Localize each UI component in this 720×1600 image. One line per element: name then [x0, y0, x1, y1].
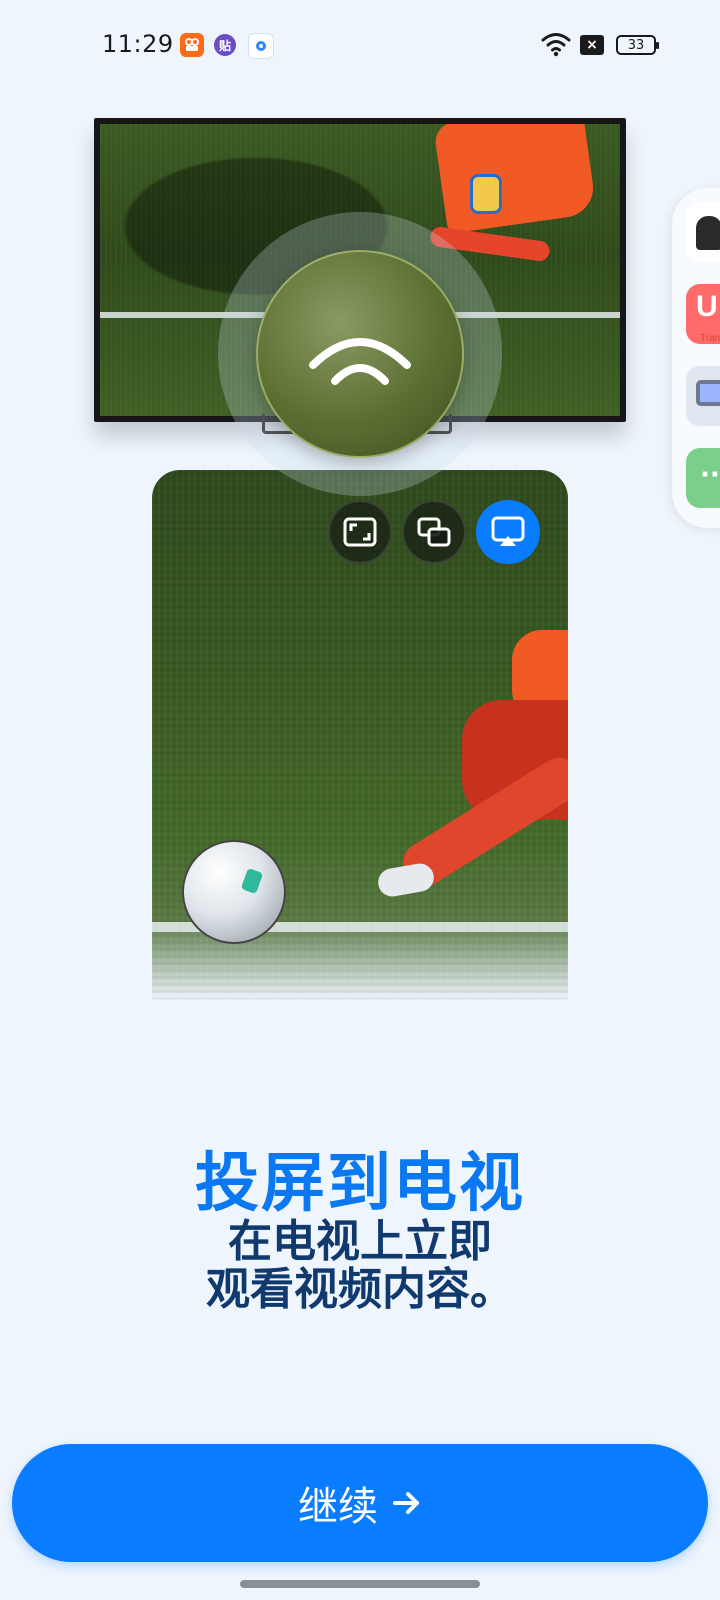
- sticker-app-icon: 贴: [214, 34, 236, 56]
- fullscreen-icon: [328, 500, 392, 564]
- arrow-right-icon: [393, 1492, 419, 1514]
- person-icon: [696, 216, 720, 250]
- status-bar: 11:29 贴 × 33: [0, 0, 720, 90]
- subtitle-line-1: 在电视上立即: [228, 1216, 492, 1267]
- translate-app-letter: U: [696, 290, 718, 323]
- battery-level: 33: [627, 37, 645, 53]
- screen-cast-icon: [476, 500, 540, 564]
- no-sim-icon: ×: [580, 35, 604, 55]
- wifi-icon: [541, 33, 571, 57]
- side-app-more[interactable]: ··: [686, 448, 720, 508]
- page-subtitle: 在电视上立即 观看视频内容。: [0, 1218, 720, 1314]
- continue-button[interactable]: 继续: [12, 1444, 708, 1562]
- player-boot: [375, 861, 437, 899]
- cast-wifi-icon: [309, 338, 411, 385]
- side-app-contacts[interactable]: [686, 202, 720, 262]
- player-body: [433, 124, 597, 234]
- more-icon: ··: [700, 460, 720, 490]
- subtitle-line-2: 观看视频内容。: [206, 1264, 514, 1315]
- battery-icon: 33: [616, 35, 659, 55]
- translate-app-caption: Tran: [700, 333, 720, 344]
- camera-app-icon: [248, 33, 274, 59]
- side-app-translate[interactable]: U Tran: [686, 284, 720, 344]
- soccer-ball: [182, 840, 286, 944]
- continue-button-label: 继续: [298, 1484, 378, 1530]
- floating-side-panel[interactable]: U Tran ··: [672, 188, 720, 528]
- screen-icon: [696, 380, 720, 406]
- player-glove: [470, 174, 502, 214]
- status-time: 11:29: [102, 30, 174, 58]
- video-app-icon: [180, 33, 204, 57]
- side-app-screen[interactable]: [686, 366, 720, 426]
- home-indicator[interactable]: [240, 1580, 480, 1588]
- page-title: 投屏到电视: [195, 1147, 525, 1221]
- cast-bubble: [256, 250, 464, 458]
- picture-in-picture-icon: [402, 500, 466, 564]
